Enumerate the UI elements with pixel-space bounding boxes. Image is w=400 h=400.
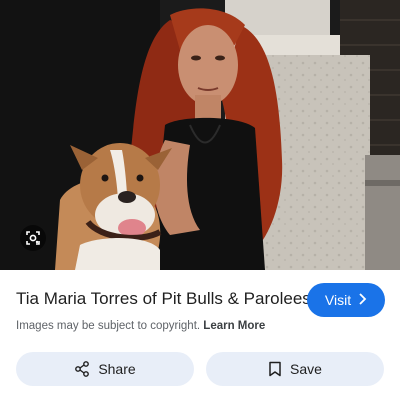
share-icon — [74, 361, 90, 377]
visit-button[interactable]: Visit — [307, 283, 385, 317]
result-image[interactable] — [0, 0, 400, 270]
photo-illustration — [0, 0, 400, 270]
learn-more-link[interactable]: Learn More — [203, 320, 265, 332]
visit-label: Visit — [324, 292, 352, 308]
copyright-text: Images may be subject to copyright. — [16, 320, 201, 332]
share-label: Share — [98, 361, 136, 377]
chevron-right-icon — [357, 293, 367, 307]
copyright-notice: Images may be subject to copyright. Lear… — [16, 320, 265, 332]
lens-button[interactable] — [20, 225, 46, 251]
lens-icon — [25, 230, 41, 246]
bookmark-icon — [268, 361, 282, 377]
save-button[interactable]: Save — [206, 352, 384, 386]
result-title[interactable]: Tia Maria Torres of Pit Bulls & Parolees — [16, 289, 311, 309]
save-label: Save — [290, 361, 322, 377]
share-button[interactable]: Share — [16, 352, 194, 386]
